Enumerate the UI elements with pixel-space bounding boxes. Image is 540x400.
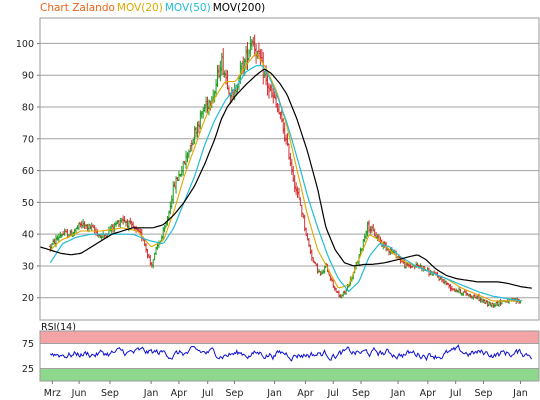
x-tick-label: Jan (143, 388, 159, 399)
x-tick-label: Jan (512, 388, 528, 399)
x-tick-label: Jul (201, 388, 213, 399)
title-part-0: Chart Zalando (40, 2, 115, 14)
price-y-tick-label: 100 (16, 39, 34, 50)
price-plot-background (40, 18, 539, 320)
price-y-tick-label: 20 (22, 293, 34, 304)
x-tick-label: Mrz (44, 388, 61, 399)
x-tick-label: Jul (326, 388, 338, 399)
x-tick-label: Apr (297, 388, 314, 399)
title-part-3: MOV(200) (213, 2, 266, 14)
price-y-tick-label: 40 (22, 230, 34, 241)
price-panel: 20 30 40 50 60 70 80 90 100 (16, 17, 540, 321)
chart-title: Chart Zalando MOV(20) MOV(50) MOV(200) (40, 2, 265, 14)
x-tick-label: Apr (420, 388, 437, 399)
price-y-tick-label: 90 (22, 71, 34, 82)
x-tick-label: Jul (449, 388, 461, 399)
price-y-tick-label: 30 (22, 261, 34, 272)
price-y-tick-label: 60 (22, 166, 34, 177)
title-part-1: MOV(20) (117, 2, 163, 14)
price-y-axis: 20 30 40 50 60 70 80 90 100 (16, 39, 40, 304)
x-tick-label: Sep (226, 388, 244, 399)
x-tick-label: Jan (266, 388, 282, 399)
title-part-2: MOV(50) (165, 2, 211, 14)
rsi-overbought-band (40, 331, 539, 344)
price-y-tick-label: 80 (22, 103, 34, 114)
x-tick-label: Apr (171, 388, 188, 399)
rsi-panel: RSI(14) 2575 (22, 322, 540, 382)
rsi-oversold-band (40, 368, 539, 381)
chart-title-text: Chart Zalando MOV(20) MOV(50) MOV(200) (40, 2, 265, 14)
time-x-axis: Mrz Jun Sep Jan Apr Jul Sep Jan Apr Jul Sep Jan Apr J… (44, 381, 528, 399)
x-tick-label: Sep (352, 388, 370, 399)
x-tick-label: Sep (101, 388, 119, 399)
x-tick-label: Jan (390, 388, 406, 399)
rsi-y-tick-label: 75 (22, 339, 34, 350)
x-tick-label: Sep (474, 388, 492, 399)
chart-figure: Chart Zalando MOV(20) MOV(50) MOV(200) 20 30… (16, 2, 540, 399)
price-y-tick-label: 50 (22, 198, 34, 209)
price-y-tick-label: 70 (22, 134, 34, 145)
rsi-y-tick-label: 25 (22, 364, 34, 375)
x-tick-label: Jun (71, 388, 87, 399)
